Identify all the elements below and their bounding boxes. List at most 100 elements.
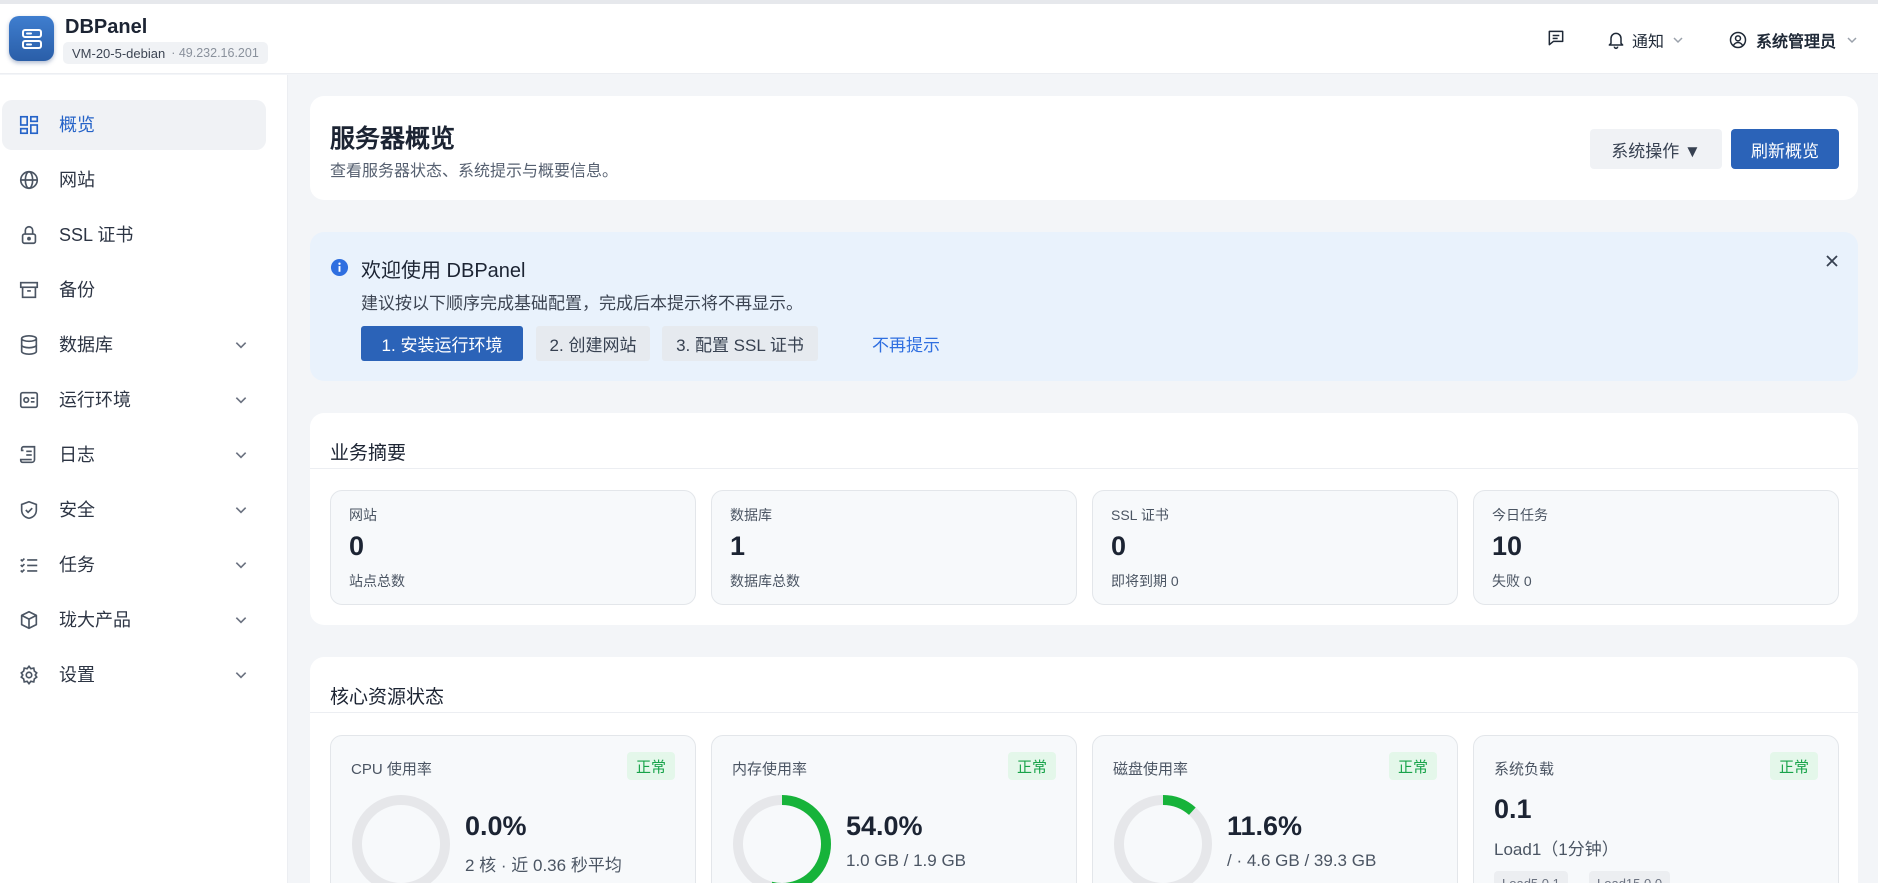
sidebar-item-products[interactable]: 珑大产品	[2, 595, 266, 645]
stat-value: 0	[1111, 531, 1127, 561]
disk-usage-card: 磁盘使用率 正常 11.6% / · 4.6 GB / 39.3 GB	[1092, 735, 1458, 883]
sidebar-item-security[interactable]: 安全	[2, 485, 266, 535]
disk-usage-ring	[1114, 795, 1212, 883]
stat-websites[interactable]: 网站 0 站点总数	[330, 490, 696, 605]
bell-icon	[1608, 32, 1624, 50]
page-subtitle: 查看服务器状态、系统提示与概要信息。	[330, 163, 619, 180]
message-button[interactable]	[1546, 28, 1566, 48]
stat-tasks[interactable]: 今日任务 10 失败 0	[1473, 490, 1839, 605]
stat-databases[interactable]: 数据库 1 数据库总数	[711, 490, 1077, 605]
tasks-icon	[20, 557, 38, 574]
step-configure-ssl-button[interactable]: 3. 配置 SSL 证书	[662, 326, 818, 361]
sidebar-item-runtime[interactable]: 运行环境	[2, 375, 266, 425]
status-badge: 正常	[1769, 752, 1818, 780]
stat-label: 数据库	[730, 507, 772, 523]
sidebar-item-backup[interactable]: 备份	[2, 265, 266, 315]
system-load-card: 系统负载 正常 0.1 Load1（1分钟） Load5 0.1 Load15 …	[1473, 735, 1839, 883]
res-label: 内存使用率	[732, 761, 808, 778]
refresh-overview-button[interactable]: 刷新概览	[1731, 129, 1839, 169]
sidebar-item-ssl[interactable]: SSL 证书	[2, 210, 266, 260]
chevron-down-icon	[1847, 37, 1857, 44]
res-sub: 1.0 GB / 1.9 GB	[846, 851, 967, 870]
cpu-usage-ring	[352, 795, 450, 883]
welcome-banner: 欢迎使用 DBPanel 建议按以下顺序完成基础配置，完成后本提示将不再显示。 …	[310, 232, 1858, 381]
sidebar-item-websites[interactable]: 网站	[2, 155, 266, 205]
host-name: VM-20-5-debian	[72, 45, 166, 61]
stat-foot: 数据库总数	[730, 573, 800, 589]
close-icon[interactable]	[1826, 255, 1838, 267]
business-summary-card: 业务摘要 网站 0 站点总数 数据库 1 数据库总数 SSL 证书 0 即将到期…	[310, 413, 1858, 625]
app-logo[interactable]	[9, 16, 54, 61]
user-menu[interactable]: 系统管理员	[1728, 28, 1858, 52]
stat-value: 10	[1492, 531, 1523, 561]
stat-ssl[interactable]: SSL 证书 0 即将到期 0	[1092, 490, 1458, 605]
sidebar-item-label: 备份	[59, 280, 95, 300]
memory-usage-card: 内存使用率 正常 54.0% 1.0 GB / 1.9 GB	[711, 735, 1077, 883]
stat-foot: 失败 0	[1492, 573, 1532, 589]
sidebar-item-overview[interactable]: 概览	[2, 100, 266, 150]
sidebar-item-label: 网站	[59, 170, 95, 190]
status-badge: 正常	[1007, 752, 1056, 780]
res-value: 0.0%	[465, 811, 527, 841]
sidebar-item-label: 日志	[59, 445, 95, 465]
notify-label: 通知	[1632, 34, 1665, 51]
runtime-icon	[19, 391, 39, 409]
step-create-site-button[interactable]: 2. 创建网站	[536, 326, 650, 361]
sidebar-item-label: SSL 证书	[59, 225, 134, 245]
notify-dropdown[interactable]: 通知	[1606, 28, 1684, 52]
sidebar-item-tasks[interactable]: 任务	[2, 540, 266, 590]
status-badge: 正常	[1388, 752, 1437, 780]
res-label: 系统负载	[1494, 761, 1555, 778]
globe-icon	[19, 170, 39, 190]
res-sub: / · 4.6 GB / 39.3 GB	[1227, 851, 1377, 870]
lock-icon	[21, 225, 37, 245]
sidebar-item-label: 任务	[59, 555, 95, 575]
section-title: 业务摘要	[330, 443, 407, 464]
res-label: 磁盘使用率	[1113, 761, 1189, 778]
host-ip: · 49.232.16.201	[171, 46, 259, 60]
memory-usage-ring	[733, 795, 831, 883]
core-resources-card: 核心资源状态 CPU 使用率 正常 0.0% 2 核 · 近 0.36 秒平均 …	[310, 657, 1858, 883]
divider	[310, 712, 1858, 713]
chevron-down-icon	[235, 397, 247, 404]
app-name: DBPanel	[65, 16, 148, 38]
section-title: 核心资源状态	[330, 687, 445, 708]
gear-icon	[20, 664, 38, 686]
cpu-usage-card: CPU 使用率 正常 0.0% 2 核 · 近 0.36 秒平均	[330, 735, 696, 883]
chevron-down-icon	[235, 672, 247, 679]
res-sub: 2 核 · 近 0.36 秒平均	[465, 856, 622, 875]
stat-label: 今日任务	[1492, 507, 1548, 523]
dismiss-tips-link[interactable]: 不再提示	[866, 326, 946, 361]
stat-foot: 站点总数	[349, 573, 405, 589]
step-install-runtime-button[interactable]: 1. 安装运行环境	[361, 326, 523, 361]
status-badge: 正常	[626, 752, 675, 780]
load5-chip: Load5 0.1	[1494, 871, 1568, 883]
sidebar: 概览 网站 SSL 证书 备份 数据库 运行环境 日志 安全 任务 珑大产品 设…	[0, 75, 288, 883]
sidebar-item-settings[interactable]: 设置	[2, 650, 266, 700]
chevron-down-icon	[1673, 37, 1683, 44]
dashboard-icon	[19, 115, 39, 135]
overview-header-card: 服务器概览 查看服务器状态、系统提示与概要信息。 系统操作 ▼ 刷新概览	[310, 96, 1858, 200]
stat-foot: 即将到期 0	[1111, 573, 1179, 589]
sidebar-item-logs[interactable]: 日志	[2, 430, 266, 480]
welcome-description: 建议按以下顺序完成基础配置，完成后本提示将不再显示。	[361, 294, 803, 313]
info-icon	[330, 258, 349, 277]
stat-value: 0	[349, 531, 365, 561]
server-icon	[21, 28, 42, 49]
chevron-down-icon	[235, 617, 247, 624]
sidebar-item-label: 数据库	[59, 335, 113, 355]
chevron-down-icon	[235, 507, 247, 514]
divider	[310, 468, 1858, 469]
stat-label: 网站	[349, 507, 377, 523]
sidebar-item-database[interactable]: 数据库	[2, 320, 266, 370]
user-label: 系统管理员	[1756, 34, 1837, 51]
load-value: 0.1	[1494, 794, 1532, 824]
system-ops-button[interactable]: 系统操作 ▼	[1590, 129, 1722, 169]
chevron-down-icon	[235, 452, 247, 459]
res-label: CPU 使用率	[351, 761, 432, 778]
scroll-icon	[19, 445, 36, 464]
chevron-down-icon	[235, 342, 247, 349]
res-value: 54.0%	[846, 811, 923, 841]
package-icon	[20, 610, 38, 630]
welcome-title: 欢迎使用 DBPanel	[361, 260, 526, 282]
